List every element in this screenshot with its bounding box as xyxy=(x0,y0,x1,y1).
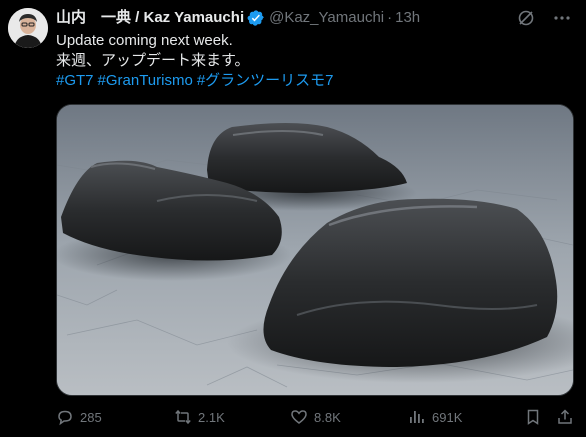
reply-icon xyxy=(56,408,74,426)
hashtag-link[interactable]: #GT7 xyxy=(56,72,94,89)
more-options-icon[interactable] xyxy=(552,8,572,28)
separator-dot: · xyxy=(387,9,393,26)
views-count: 691K xyxy=(432,409,463,425)
timestamp[interactable]: 13h xyxy=(395,8,420,28)
repost-button[interactable]: 2.1K xyxy=(174,407,225,427)
repost-count: 2.1K xyxy=(198,409,225,425)
reply-button[interactable]: 285 xyxy=(56,407,102,427)
bookmark-icon xyxy=(524,408,542,426)
share-icon xyxy=(556,408,574,426)
handle[interactable]: @Kaz_Yamauchi xyxy=(269,8,384,28)
like-button[interactable]: 8.8K xyxy=(290,407,341,427)
repost-icon xyxy=(174,408,192,426)
post-action-bar: 285 2.1K 8.8K 691K xyxy=(56,402,576,432)
like-count: 8.8K xyxy=(314,409,341,425)
post-media-image[interactable] xyxy=(56,104,574,396)
post-text: Update coming next week. 来週、アップデート来ます。 #… xyxy=(56,31,566,91)
bookmark-button[interactable] xyxy=(524,407,548,427)
hashtag-list: #GT7 #GranTurismo #グランツーリスモ7 xyxy=(56,71,566,91)
reply-count: 285 xyxy=(80,409,102,425)
post-text-line: 来週、アップデート来ます。 xyxy=(56,52,250,69)
post-text-line: Update coming next week. xyxy=(56,32,233,49)
display-name[interactable]: 山内 一典 / Kaz Yamauchi xyxy=(56,8,244,28)
like-icon xyxy=(290,408,308,426)
hashtag-link[interactable]: #グランツーリスモ7 xyxy=(197,72,334,89)
views-button[interactable]: 691K xyxy=(408,407,462,427)
avatar[interactable] xyxy=(8,8,48,48)
post-top-actions xyxy=(516,8,572,28)
grok-icon[interactable] xyxy=(516,8,536,28)
views-icon xyxy=(408,408,426,426)
tweet-card[interactable]: 山内 一典 / Kaz Yamauchi @Kaz_Yamauchi · 13h… xyxy=(0,0,586,437)
post-header: 山内 一典 / Kaz Yamauchi @Kaz_Yamauchi · 13h xyxy=(56,8,420,28)
share-button[interactable] xyxy=(556,407,580,427)
hashtag-link[interactable]: #GranTurismo xyxy=(98,72,193,89)
verified-badge-icon xyxy=(247,9,265,27)
